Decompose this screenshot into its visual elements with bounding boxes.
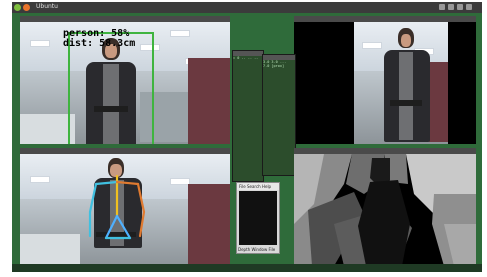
right-forearm-line xyxy=(138,210,146,238)
left-leg-line xyxy=(104,214,119,240)
app-label: Ubuntu xyxy=(36,3,58,10)
depth-tool-window[interactable]: File Search Help Depth Window File xyxy=(236,182,280,254)
desktop: Ubuntu person: 58% dist: 58.3cm = 0 -- -… xyxy=(12,2,482,272)
right-shoulder-line xyxy=(115,180,140,186)
app-logo-icon[interactable] xyxy=(14,4,21,11)
window-footer: Depth Window File xyxy=(238,247,276,252)
pose-estimation-window[interactable] xyxy=(20,148,230,266)
rgb-camera-window[interactable] xyxy=(294,16,476,144)
person xyxy=(382,28,432,144)
pose-skeleton xyxy=(88,174,146,240)
terminal-line: = 0 -- -- -- xyxy=(233,56,259,60)
terminal-window[interactable]: = 0 -- -- -- xyxy=(232,50,264,182)
depth-map-graphic xyxy=(294,154,476,266)
taskbar[interactable] xyxy=(12,264,482,272)
object-detection-window[interactable]: person: 58% dist: 58.3cm xyxy=(20,16,230,144)
depth-map-window[interactable] xyxy=(294,148,476,266)
right-leg-line xyxy=(115,214,132,240)
browser-icon[interactable] xyxy=(23,4,30,11)
camera-feed: person: 58% dist: 58.3cm xyxy=(20,22,230,144)
system-tray[interactable] xyxy=(436,4,476,10)
distance-text: dist: 58.3cm xyxy=(63,38,136,49)
camera-feed xyxy=(20,154,230,266)
detection-label: person: 58% dist: 58.3cm xyxy=(63,29,135,49)
right-upper-arm-line xyxy=(136,182,146,214)
terminal-line: 7.0 [prox] xyxy=(263,64,285,68)
camera-feed xyxy=(354,22,448,144)
left-upper-arm-line xyxy=(88,182,98,214)
left-shoulder-line xyxy=(94,180,119,186)
terminal-window-2[interactable]: 3.0 3.0 ... 7.0 [prox] xyxy=(262,54,296,176)
window-menu[interactable]: File Search Help xyxy=(237,183,279,190)
top-panel: Ubuntu xyxy=(12,2,482,13)
depth-image xyxy=(294,154,476,266)
